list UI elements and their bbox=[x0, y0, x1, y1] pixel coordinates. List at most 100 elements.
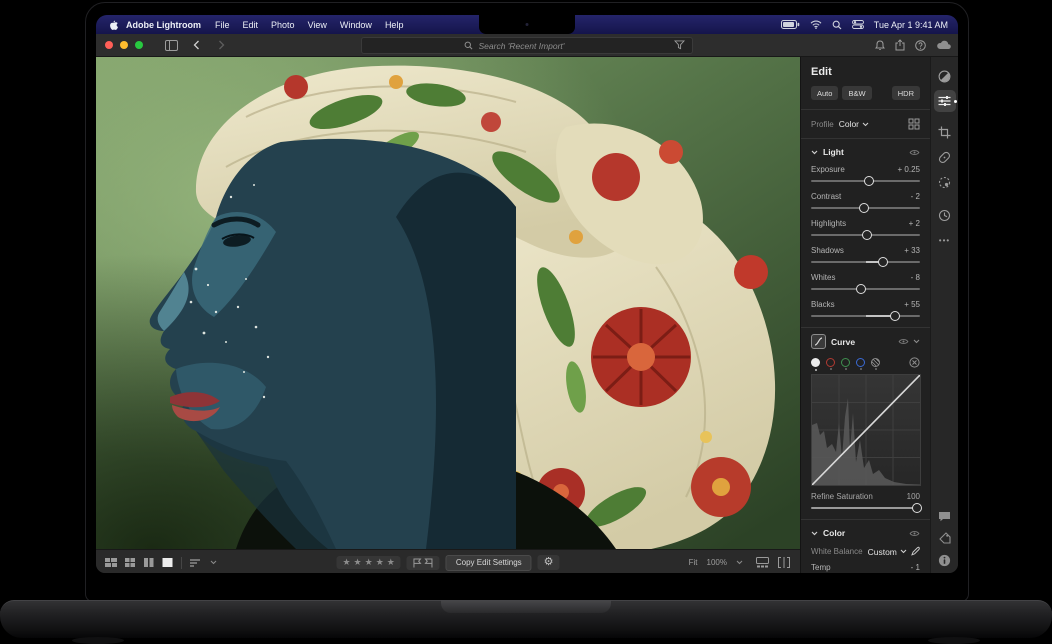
color-section-header[interactable]: Color bbox=[811, 528, 920, 538]
slider-knob[interactable] bbox=[878, 257, 888, 267]
tone-curve-graph[interactable] bbox=[811, 374, 921, 486]
crop-tool-button[interactable] bbox=[934, 121, 956, 143]
flag-controls[interactable] bbox=[407, 556, 440, 570]
profile-browser-icon[interactable] bbox=[908, 118, 920, 130]
menu-item-photo[interactable]: Photo bbox=[271, 20, 295, 30]
white-balance-label: White Balance bbox=[811, 547, 863, 556]
pick-flag-icon[interactable] bbox=[413, 558, 422, 568]
control-center-icon[interactable] bbox=[852, 20, 864, 29]
white-balance-dropdown[interactable]: Custom bbox=[868, 547, 907, 557]
slider-knob[interactable] bbox=[856, 284, 866, 294]
edit-tool-button[interactable] bbox=[934, 90, 956, 112]
crop-icon bbox=[938, 126, 951, 139]
share-icon[interactable] bbox=[895, 39, 905, 51]
filter-icon[interactable] bbox=[674, 40, 685, 50]
highlights-slider: Highlights+ 2 bbox=[811, 219, 920, 236]
slider-knob[interactable] bbox=[864, 176, 874, 186]
light-section-header[interactable]: Light bbox=[811, 147, 920, 157]
photo-grid-view-icon[interactable] bbox=[105, 557, 117, 568]
settings-gear-button[interactable]: ⚙ bbox=[538, 555, 560, 570]
slider-knob[interactable] bbox=[862, 230, 872, 240]
slider-knob[interactable] bbox=[859, 203, 869, 213]
curve-channel-all[interactable] bbox=[811, 358, 820, 367]
compare-view-icon[interactable] bbox=[144, 557, 154, 568]
panel-title: Edit bbox=[811, 66, 920, 78]
apple-menu-icon[interactable] bbox=[108, 19, 118, 31]
star-icon[interactable]: ★ bbox=[387, 558, 395, 567]
targeted-adjustment-icon[interactable] bbox=[909, 357, 920, 368]
wifi-icon[interactable] bbox=[810, 20, 822, 29]
refine-saturation-slider[interactable] bbox=[811, 507, 920, 509]
help-icon[interactable] bbox=[915, 40, 926, 51]
battery-icon[interactable] bbox=[781, 20, 800, 29]
curve-channel-red[interactable] bbox=[826, 358, 835, 367]
profile-row: Profile Color bbox=[811, 118, 920, 130]
collapse-chevron-icon bbox=[811, 531, 818, 536]
forward-arrow-icon[interactable] bbox=[216, 40, 226, 50]
masking-tool-button[interactable] bbox=[934, 171, 956, 193]
bottom-toolbar: ★ ★ ★ ★ ★ bbox=[96, 549, 800, 573]
menu-clock[interactable]: Tue Apr 1 9:41 AM bbox=[874, 20, 948, 30]
more-options-button[interactable]: ••• bbox=[934, 229, 956, 251]
sort-chevron-icon[interactable] bbox=[210, 560, 217, 565]
info-icon[interactable] bbox=[938, 554, 951, 567]
keyword-tag-icon[interactable] bbox=[939, 532, 951, 544]
curve-channel-parametric[interactable] bbox=[871, 358, 880, 367]
menu-app-name[interactable]: Adobe Lightroom bbox=[126, 20, 201, 30]
curve-section-header[interactable]: Curve bbox=[811, 334, 920, 349]
search-input[interactable] bbox=[477, 40, 591, 52]
copy-edit-settings-button[interactable]: Copy Edit Settings bbox=[446, 555, 532, 571]
menu-item-edit[interactable]: Edit bbox=[243, 20, 259, 30]
search-field[interactable] bbox=[361, 37, 693, 54]
presets-button[interactable] bbox=[934, 65, 956, 87]
detail-view-icon[interactable] bbox=[162, 557, 173, 568]
slider-knob[interactable] bbox=[890, 311, 900, 321]
minimize-button[interactable] bbox=[120, 41, 128, 49]
versions-button[interactable] bbox=[934, 204, 956, 226]
filmstrip-toggle-icon[interactable] bbox=[756, 557, 769, 568]
square-grid-view-icon[interactable] bbox=[125, 557, 136, 568]
eye-icon[interactable] bbox=[898, 338, 909, 345]
menu-item-file[interactable]: File bbox=[215, 20, 230, 30]
star-icon[interactable]: ★ bbox=[342, 558, 350, 567]
notifications-bell-icon[interactable] bbox=[875, 40, 885, 51]
star-icon[interactable]: ★ bbox=[376, 558, 384, 567]
profile-label: Profile bbox=[811, 120, 834, 129]
close-button[interactable] bbox=[105, 41, 113, 49]
before-after-icon[interactable] bbox=[778, 557, 790, 568]
eye-icon[interactable] bbox=[909, 149, 920, 156]
curve-channel-green[interactable] bbox=[841, 358, 850, 367]
edit-panel: Edit Auto B&W HDR Profile Color bbox=[800, 57, 930, 573]
back-arrow-icon[interactable] bbox=[192, 40, 202, 50]
zoom-chevron-icon[interactable] bbox=[736, 560, 743, 565]
reject-flag-icon[interactable] bbox=[425, 558, 434, 568]
eye-icon[interactable] bbox=[909, 530, 920, 537]
menu-item-help[interactable]: Help bbox=[385, 20, 404, 30]
star-icon[interactable]: ★ bbox=[365, 558, 373, 567]
bw-button[interactable]: B&W bbox=[842, 86, 871, 100]
zoom-level[interactable]: 100% bbox=[707, 558, 727, 567]
photo-canvas[interactable] bbox=[96, 57, 800, 549]
auto-button[interactable]: Auto bbox=[811, 86, 838, 100]
collapse-chevron-icon bbox=[811, 150, 818, 155]
healing-tool-button[interactable] bbox=[934, 146, 956, 168]
spotlight-icon[interactable] bbox=[832, 20, 842, 30]
cloud-sync-icon[interactable] bbox=[936, 40, 951, 50]
whites-slider: Whites- 8 bbox=[811, 273, 920, 290]
star-rating[interactable]: ★ ★ ★ ★ ★ bbox=[336, 556, 400, 569]
sort-icon[interactable] bbox=[190, 558, 202, 568]
slider-knob[interactable] bbox=[912, 503, 922, 513]
hdr-button[interactable]: HDR bbox=[892, 86, 920, 100]
menu-item-window[interactable]: Window bbox=[340, 20, 372, 30]
curve-channel-blue[interactable] bbox=[856, 358, 865, 367]
sidebar-toggle-icon[interactable] bbox=[165, 40, 178, 51]
comments-icon[interactable] bbox=[938, 511, 951, 522]
zoom-button[interactable] bbox=[135, 41, 143, 49]
menu-item-view[interactable]: View bbox=[308, 20, 327, 30]
fit-label[interactable]: Fit bbox=[689, 558, 698, 567]
chevron-down-icon[interactable] bbox=[913, 339, 920, 344]
eyedropper-icon[interactable] bbox=[909, 546, 920, 557]
profile-dropdown[interactable]: Color bbox=[839, 119, 869, 129]
active-tool-indicator bbox=[954, 100, 957, 103]
star-icon[interactable]: ★ bbox=[354, 558, 362, 567]
